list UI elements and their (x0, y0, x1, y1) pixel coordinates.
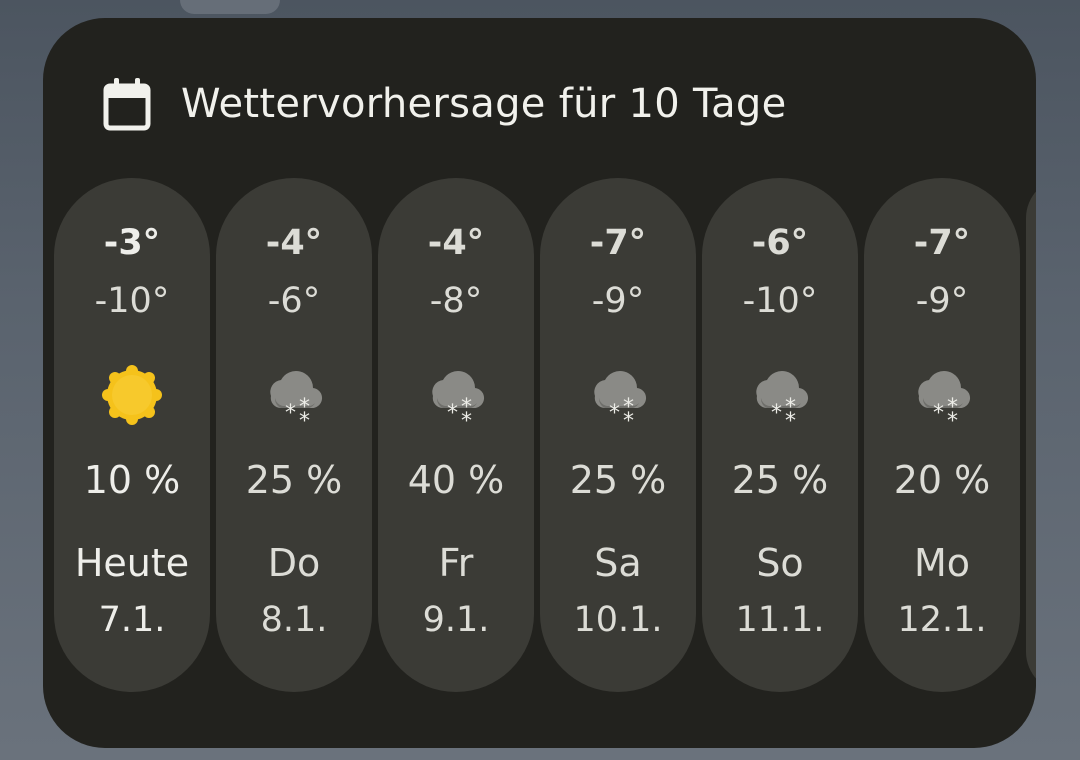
widget-title: Wettervorhersage für 10 Tage (181, 81, 787, 127)
svg-text:*: * (609, 401, 620, 426)
weather-forecast-widget[interactable]: Wettervorhersage für 10 Tage -3° -10° 10… (43, 18, 1036, 748)
temperature-high: -7° (589, 223, 647, 263)
day-name: So (756, 541, 804, 585)
svg-text:*: * (623, 409, 634, 428)
snow-cloud-icon: * * * (270, 371, 323, 434)
day-date: 11.1. (735, 600, 825, 640)
day-date: 9.1. (422, 600, 490, 640)
svg-text:*: * (785, 409, 796, 428)
day-date: 7.1. (98, 600, 166, 640)
forecast-day-do[interactable]: -4° -6° * * * 25 % Do 8.1. (216, 178, 372, 692)
precipitation-chance: 10 % (83, 458, 181, 502)
svg-text:*: * (771, 401, 782, 426)
temperature-high: -7° (913, 223, 971, 263)
svg-text:*: * (299, 409, 310, 428)
svg-text:*: * (933, 401, 944, 426)
snow-cloud-icon: * * * (918, 371, 971, 434)
forecast-day-mo[interactable]: -7° -9° * * * 20 % Mo 12.1. (864, 178, 1020, 692)
day-date: 10.1. (573, 600, 663, 640)
temperature-high: -4° (265, 223, 323, 263)
sun-icon (102, 365, 162, 425)
day-name: Do (267, 541, 321, 585)
day-name: Fr (438, 541, 474, 585)
forecast-day-so[interactable]: -6° -10° * * * 25 % So 11.1. (702, 178, 858, 692)
snow-cloud-icon: * * * (756, 371, 809, 434)
forecast-days[interactable]: -3° -10° 10 % Heute 7.1. -4° -6° * * * 2… (54, 178, 1036, 693)
svg-text:*: * (461, 409, 472, 428)
precipitation-chance: 20 % (893, 458, 991, 502)
day-date: 8.1. (260, 600, 328, 640)
temperature-high: -3° (103, 223, 161, 263)
temperature-low: -9° (915, 281, 969, 321)
precipitation-chance: 25 % (731, 458, 829, 502)
svg-text:*: * (947, 409, 958, 428)
wallpaper (180, 0, 280, 14)
snow-cloud-icon: * * * (432, 371, 485, 434)
day-name: Sa (594, 541, 642, 585)
day-name: Heute (74, 541, 190, 585)
forecast-day-sa[interactable]: -7° -9° * * * 25 % Sa 10.1. (540, 178, 696, 692)
day-name: Mo (913, 541, 971, 585)
svg-text:*: * (447, 401, 458, 426)
forecast-day-today[interactable]: -3° -10° 10 % Heute 7.1. (54, 178, 210, 692)
svg-text:*: * (285, 401, 296, 426)
precipitation-chance: 40 % (407, 458, 505, 502)
temperature-low: -6° (267, 281, 321, 321)
temperature-low: -9° (591, 281, 645, 321)
snow-cloud-icon: * * * (594, 371, 647, 434)
precipitation-chance: 25 % (569, 458, 667, 502)
calendar-icon (103, 78, 151, 131)
temperature-low: -8° (429, 281, 483, 321)
temperature-low: -10° (94, 281, 170, 321)
temperature-high: -4° (427, 223, 485, 263)
temperature-high: -6° (751, 223, 809, 263)
forecast-day-fr[interactable]: -4° -8° * * * 40 % Fr 9.1. (378, 178, 534, 692)
forecast-day-next-partial[interactable] (1026, 178, 1036, 692)
temperature-low: -10° (742, 281, 818, 321)
widget-header: Wettervorhersage für 10 Tage (103, 76, 787, 132)
precipitation-chance: 25 % (245, 458, 343, 502)
day-date: 12.1. (897, 600, 987, 640)
